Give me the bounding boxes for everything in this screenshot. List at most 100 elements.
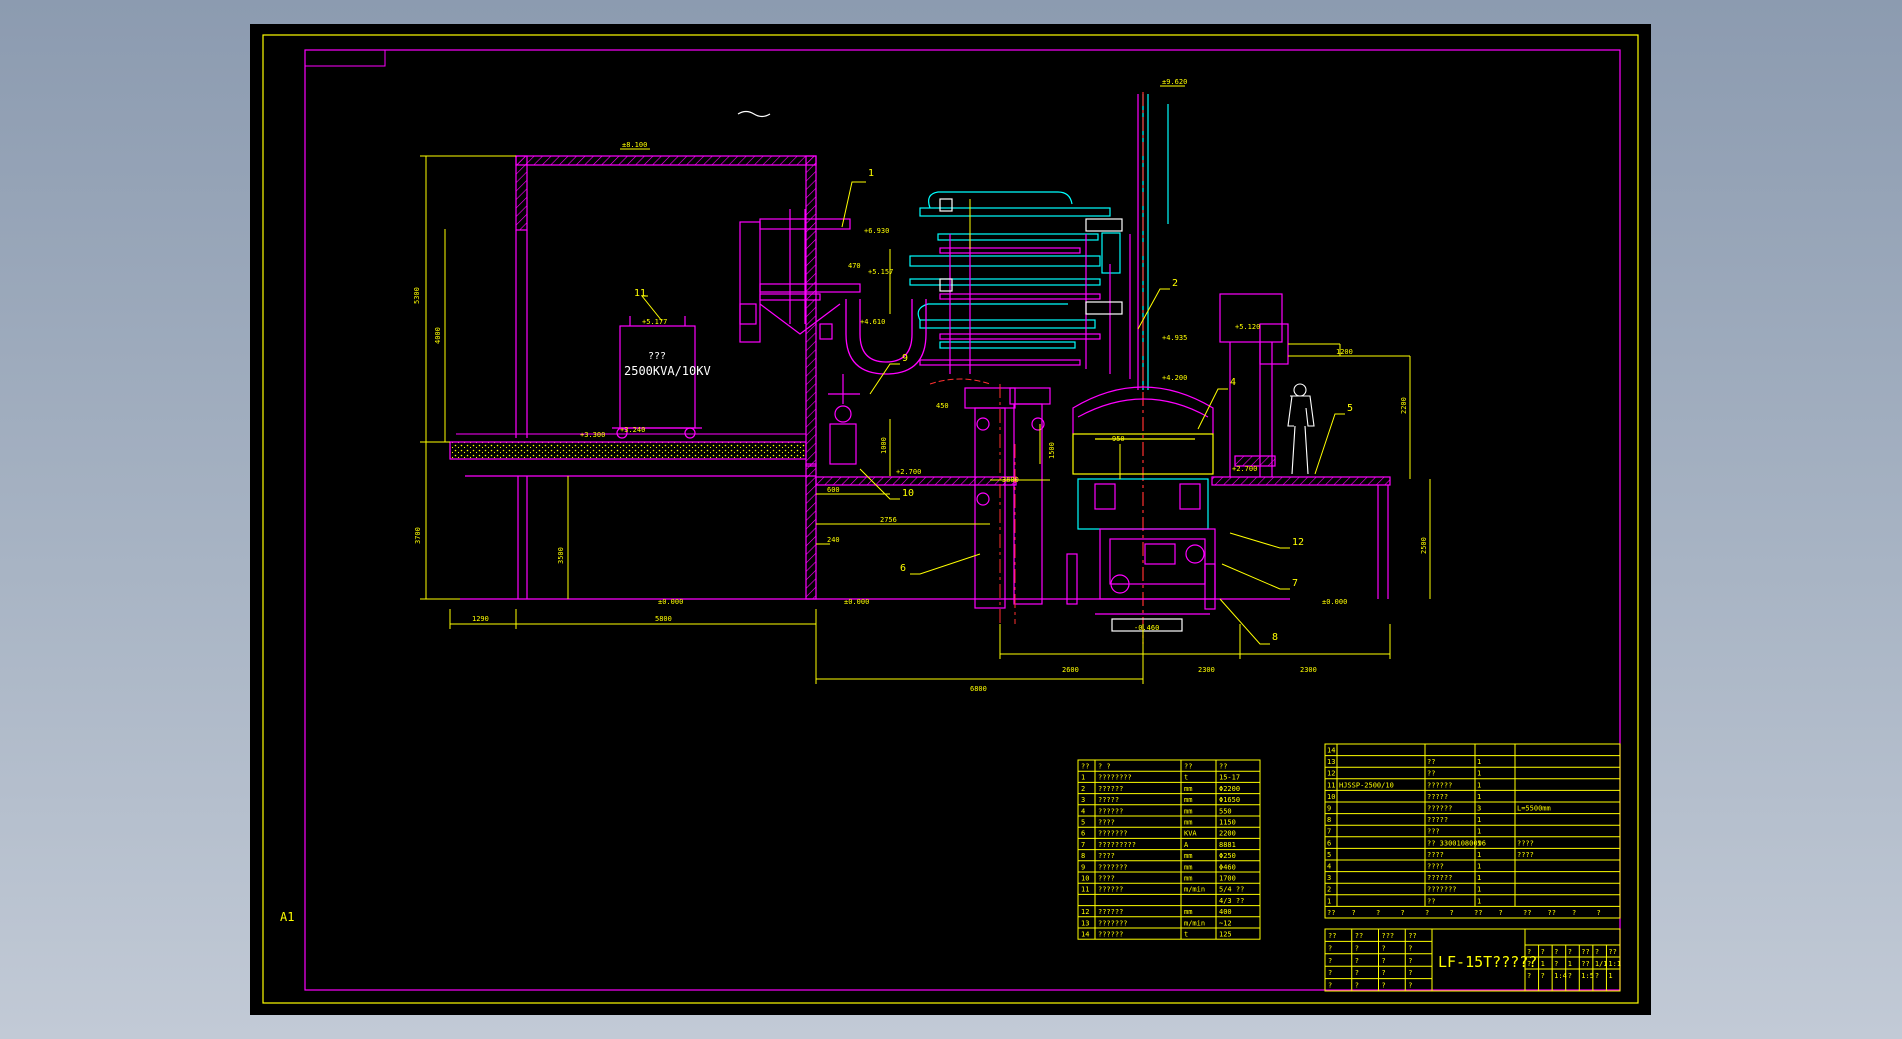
tech-table-cell: 2200 <box>1219 830 1236 838</box>
svg-text:±9.620: ±9.620 <box>1162 78 1187 86</box>
svg-text:±0.000: ±0.000 <box>1322 598 1347 606</box>
parts-list-header: ? <box>1401 909 1405 917</box>
building-structure <box>460 155 1391 600</box>
tilde-mark <box>737 110 771 118</box>
tech-table-cell: 550 <box>1219 807 1232 815</box>
parts-list-header: ? <box>1499 909 1503 917</box>
svg-text:+4.200: +4.200 <box>1162 374 1187 382</box>
svg-text:+4.610: +4.610 <box>860 318 885 326</box>
transformer-rating: 2500KVA/10KV <box>624 364 711 378</box>
tech-table-cell: 2 <box>1081 785 1085 793</box>
right-platform <box>1234 323 1289 467</box>
parts-list-cell: ???? <box>1517 851 1534 859</box>
tech-table-cell: ???? <box>1098 819 1115 827</box>
tech-table-cell: mm <box>1184 807 1192 815</box>
tech-table-cell: 3 <box>1081 796 1085 804</box>
tech-table-cell: ???? <box>1098 852 1115 860</box>
svg-text:1290: 1290 <box>472 615 489 623</box>
tech-table-cell: ???? <box>1098 875 1115 883</box>
svg-text:600: 600 <box>827 486 840 494</box>
tech-table-cell: 7 <box>1081 841 1085 849</box>
svg-text:2300: 2300 <box>1300 666 1317 674</box>
tech-table-cell: ?????? <box>1098 886 1123 894</box>
tech-table-cell: ~12 <box>1219 919 1232 927</box>
tech-table-cell: mm <box>1184 875 1192 883</box>
svg-text:1200: 1200 <box>1336 348 1353 356</box>
cad-viewport[interactable]: A1 ??? 2500KVA/10KV ±8.100 ±9.620 +6.930… <box>250 24 1651 1015</box>
feeding-rack <box>739 209 861 343</box>
title-block-cell: 1 <box>1541 960 1545 968</box>
callout-2: 2 <box>1172 278 1178 289</box>
title-block-cell: ? <box>1408 982 1412 990</box>
parts-list-header: ? <box>1376 909 1380 917</box>
person-figure <box>1287 383 1315 475</box>
tech-table-cell: 11 <box>1081 886 1089 894</box>
title-block-cell: ? <box>1541 972 1545 980</box>
parts-list-header: ?? <box>1523 909 1531 917</box>
svg-text:3500: 3500 <box>557 547 565 564</box>
tech-table-cell: ?????? <box>1098 931 1123 939</box>
tech-table-cell: 6 <box>1081 830 1085 838</box>
parts-list-cell: 1 <box>1477 816 1481 824</box>
tech-table-cell: 1 <box>1081 774 1085 782</box>
parts-list-cell: 1 <box>1477 828 1481 836</box>
tech-table-cell: ???????? <box>1098 774 1132 782</box>
tech-table-cell: mm <box>1184 908 1192 916</box>
title-block-cell: ? <box>1541 948 1545 956</box>
tech-table-cell: 9 <box>1081 863 1085 871</box>
title-block-cell: ? <box>1328 944 1332 952</box>
parts-list-cell: 3 <box>1477 805 1481 813</box>
hydraulic-unit <box>828 374 860 465</box>
title-block-cell: 1/1 <box>1595 960 1608 968</box>
tech-table-cell: 1150 <box>1219 819 1236 827</box>
svg-text:+2.700: +2.700 <box>896 468 921 476</box>
tech-table-cell: mm <box>1184 796 1192 804</box>
drawing-title: LF-15T????? <box>1438 953 1537 971</box>
tech-table-header: ?? <box>1081 763 1089 771</box>
tech-table-cell: Φ1650 <box>1219 796 1240 804</box>
tech-table-cell: 12 <box>1081 908 1089 916</box>
tech-table-cell: 15-17 <box>1219 774 1240 782</box>
title-block-cell: ?? <box>1408 932 1416 940</box>
title-block-cell: 1:4 <box>1554 972 1567 980</box>
svg-text:950: 950 <box>1112 435 1125 443</box>
cad-drawing: A1 ??? 2500KVA/10KV ±8.100 ±9.620 +6.930… <box>262 34 1639 1004</box>
parts-list-cell: 11 <box>1327 781 1335 789</box>
title-block-cell: ? <box>1382 944 1386 952</box>
dimension-lines <box>420 155 1431 684</box>
callout-11: 11 <box>634 288 646 299</box>
parts-list-cell: 1 <box>1477 886 1481 894</box>
callout-4: 4 <box>1230 377 1236 388</box>
svg-text:5800: 5800 <box>655 615 672 623</box>
svg-text:-0.460: -0.460 <box>1134 624 1159 632</box>
svg-text:±0.000: ±0.000 <box>658 598 683 606</box>
callout-9: 9 <box>902 353 908 364</box>
tech-table-cell: 5/4 ?? <box>1219 886 1244 894</box>
parts-list-cell: 6 <box>1327 839 1331 847</box>
parts-list-table: 1413?? 112?? 111 HJSSP-2500/10?????? 110????… <box>1324 743 1621 919</box>
tech-table-cell: 5 <box>1081 819 1085 827</box>
svg-text:+3.300: +3.300 <box>580 431 605 439</box>
parts-list-header: ?? <box>1548 909 1556 917</box>
parts-list-cell: ?? <box>1427 897 1435 905</box>
tech-table-cell: mm <box>1184 863 1192 871</box>
callouts: 1 2 4 5 6 7 8 9 10 11 12 <box>634 168 1353 645</box>
title-block-cell: 1 <box>1608 972 1612 980</box>
parts-list-cell: 9 <box>1327 805 1331 813</box>
tech-table-cell: 400 <box>1219 908 1232 916</box>
tech-table-header: ? ? <box>1098 763 1111 771</box>
tech-table-cell: m/min <box>1184 919 1205 927</box>
title-block-cell: 1 <box>1568 960 1572 968</box>
parts-list-cell: 14 <box>1327 747 1335 755</box>
electrode-arm-system <box>909 92 1169 644</box>
callout-10: 10 <box>902 488 914 499</box>
svg-text:+5.120: +5.120 <box>1235 323 1260 331</box>
title-block-cell: ?? <box>1355 932 1363 940</box>
tech-table-cell: mm <box>1184 852 1192 860</box>
svg-text:±0.000: ±0.000 <box>844 598 869 606</box>
svg-text:+5.157: +5.157 <box>868 268 893 276</box>
corner-label-box <box>304 49 386 67</box>
parts-list-cell: ?????? <box>1427 781 1452 789</box>
svg-text:240: 240 <box>827 536 840 544</box>
parts-list-cell: ?? <box>1427 758 1435 766</box>
